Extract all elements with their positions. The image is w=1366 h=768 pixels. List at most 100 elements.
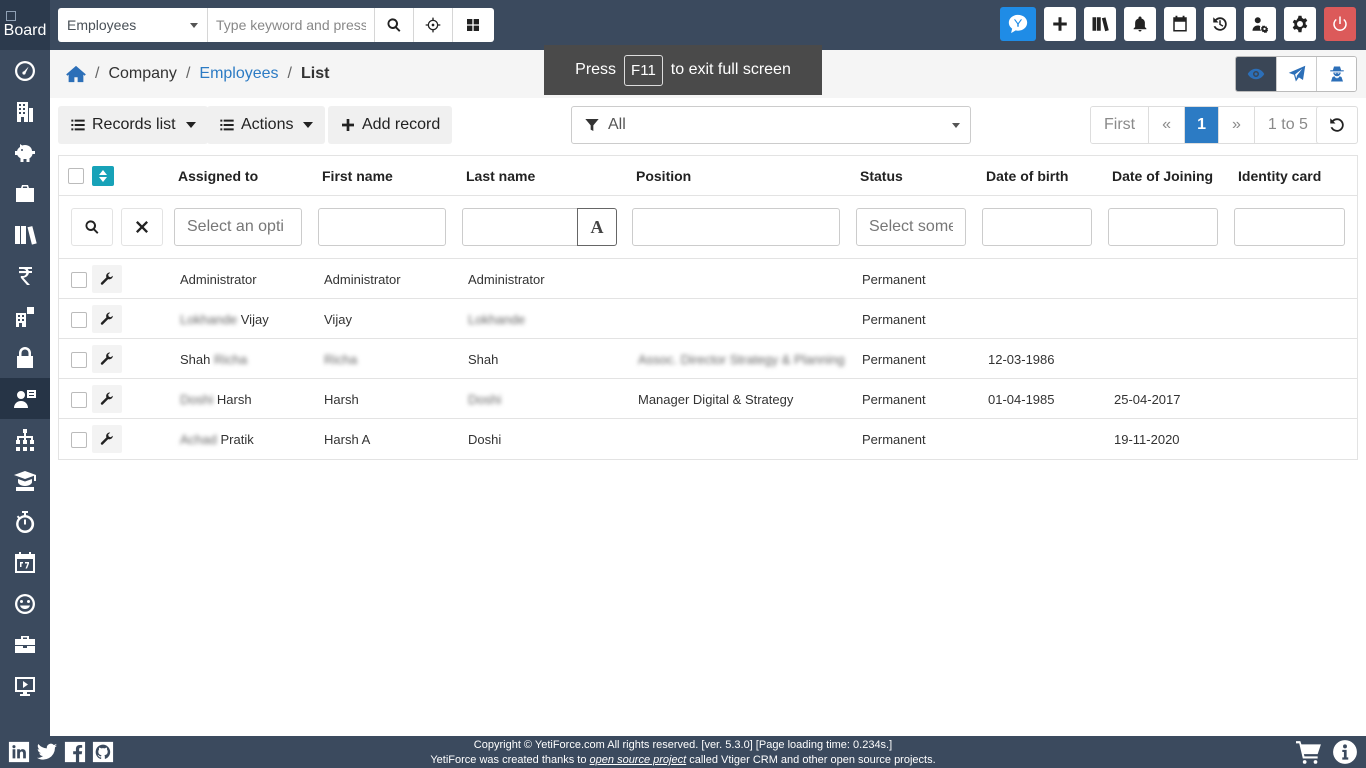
cell-first-name[interactable]: Richa xyxy=(324,339,357,379)
sidebar-item-library[interactable] xyxy=(0,214,50,255)
records-list-button[interactable]: Records list xyxy=(58,106,208,144)
column-status[interactable]: Status xyxy=(860,156,903,196)
apply-filter-button[interactable] xyxy=(71,208,113,246)
knowledge-base-button[interactable] xyxy=(1084,7,1116,41)
sidebar-item-training[interactable] xyxy=(0,460,50,501)
pagination-prev[interactable]: « xyxy=(1148,107,1185,143)
search-button[interactable] xyxy=(375,8,414,42)
row-actions-button[interactable] xyxy=(92,265,122,293)
cell-first-name[interactable]: Harsh xyxy=(324,379,359,419)
row-actions-button[interactable] xyxy=(92,345,122,373)
date-of-joining-filter[interactable] xyxy=(1108,208,1218,246)
sidebar-item-assets[interactable] xyxy=(0,665,50,706)
cell-assigned-to[interactable]: Administrator xyxy=(180,259,257,299)
logo[interactable]: Board xyxy=(0,0,50,50)
row-checkbox[interactable] xyxy=(71,352,87,368)
cell-first-name[interactable]: Harsh A xyxy=(324,419,370,459)
table-row[interactable]: Achad Pratik Harsh A Doshi Permanent 19-… xyxy=(59,419,1357,459)
row-checkbox[interactable] xyxy=(71,432,87,448)
privacy-button[interactable] xyxy=(1316,57,1356,91)
clear-filter-button[interactable] xyxy=(121,208,163,246)
cell-assigned-to[interactable]: Doshi Harsh xyxy=(180,379,252,419)
cell-last-name[interactable]: Doshi xyxy=(468,379,501,419)
cell-last-name[interactable]: Lokhande xyxy=(468,299,525,339)
history-button[interactable] xyxy=(1204,7,1236,41)
search-input[interactable] xyxy=(208,8,375,42)
column-date-of-joining[interactable]: Date of Joining xyxy=(1112,156,1213,196)
status-filter[interactable] xyxy=(856,208,966,246)
cell-assigned-to[interactable]: Achad Pratik xyxy=(180,419,254,459)
sidebar-item-projects[interactable] xyxy=(0,173,50,214)
settings-button[interactable] xyxy=(1284,7,1316,41)
calendar-button[interactable] xyxy=(1164,7,1196,41)
pagination-next[interactable]: » xyxy=(1218,107,1254,143)
sidebar-item-dashboard[interactable] xyxy=(0,50,50,91)
notifications-button[interactable] xyxy=(1124,7,1156,41)
table-row[interactable]: Shah Richa Richa Shah Assoc. Director St… xyxy=(59,339,1357,379)
table-row[interactable]: Administrator Administrator Administrato… xyxy=(59,259,1357,299)
date-of-birth-filter[interactable] xyxy=(982,208,1092,246)
send-button[interactable] xyxy=(1276,57,1316,91)
column-last-name[interactable]: Last name xyxy=(466,156,535,196)
add-record-button[interactable]: Add record xyxy=(328,106,453,144)
column-position[interactable]: Position xyxy=(636,156,691,196)
pagination-first[interactable]: First xyxy=(1091,107,1149,143)
shopping-cart-icon[interactable] xyxy=(1296,739,1322,765)
column-first-name[interactable]: First name xyxy=(322,156,393,196)
cell-last-name[interactable]: Shah xyxy=(468,339,498,379)
sidebar-item-employees[interactable] xyxy=(0,378,50,419)
column-assigned-to[interactable]: Assigned to xyxy=(178,156,258,196)
first-name-filter[interactable] xyxy=(318,208,446,246)
row-actions-button[interactable] xyxy=(92,305,122,333)
cell-last-name[interactable]: Doshi xyxy=(468,419,501,459)
sidebar-item-engagement[interactable] xyxy=(0,583,50,624)
row-checkbox[interactable] xyxy=(71,312,87,328)
grid-view-button[interactable] xyxy=(453,8,492,42)
column-identity-card[interactable]: Identity card xyxy=(1238,156,1321,196)
sidebar-item-structure[interactable] xyxy=(0,419,50,460)
row-checkbox[interactable] xyxy=(71,392,87,408)
open-source-link[interactable]: open source project xyxy=(590,754,687,766)
cell-last-name[interactable]: Administrator xyxy=(468,259,545,299)
module-select[interactable]: Employees xyxy=(58,8,208,42)
cell-first-name[interactable]: Administrator xyxy=(324,259,401,299)
row-actions-button[interactable] xyxy=(92,385,122,413)
watch-button[interactable] xyxy=(1236,57,1276,91)
pagination-page[interactable]: 1 xyxy=(1184,107,1219,143)
custom-view-filter[interactable]: All xyxy=(571,106,971,144)
sidebar-item-tools[interactable] xyxy=(0,624,50,665)
sort-toggle-button[interactable] xyxy=(92,166,114,186)
table-row[interactable]: Lokhande Vijay Vijay Lokhande Permanent xyxy=(59,299,1357,339)
cell-assigned-to[interactable]: Lokhande Vijay xyxy=(180,299,269,339)
advanced-search-button[interactable] xyxy=(414,8,453,42)
sidebar-item-currency[interactable] xyxy=(0,255,50,296)
sidebar-item-finance[interactable] xyxy=(0,132,50,173)
sidebar-item-calendar[interactable] xyxy=(0,542,50,583)
select-all-checkbox[interactable] xyxy=(68,168,84,184)
sidebar-item-time[interactable] xyxy=(0,501,50,542)
table-row[interactable]: Doshi Harsh Harsh Doshi Manager Digital … xyxy=(59,379,1357,419)
last-name-filter[interactable] xyxy=(462,208,578,246)
row-actions-button[interactable] xyxy=(92,425,122,453)
home-icon[interactable] xyxy=(66,65,86,83)
case-sensitive-toggle[interactable]: A xyxy=(577,208,617,246)
row-checkbox[interactable] xyxy=(71,272,87,288)
actions-button[interactable]: Actions xyxy=(207,106,326,144)
chat-button[interactable] xyxy=(1000,7,1036,41)
user-settings-button[interactable] xyxy=(1244,7,1276,41)
position-filter[interactable] xyxy=(632,208,840,246)
logout-button[interactable] xyxy=(1324,7,1356,41)
cell-first-name[interactable]: Vijay xyxy=(324,299,352,339)
reload-button[interactable] xyxy=(1316,106,1358,144)
identity-card-filter[interactable] xyxy=(1234,208,1345,246)
sidebar-item-security[interactable] xyxy=(0,337,50,378)
cell-assigned-to[interactable]: Shah Richa xyxy=(180,339,247,379)
column-date-of-birth[interactable]: Date of birth xyxy=(986,156,1068,196)
quick-create-button[interactable] xyxy=(1044,7,1076,41)
sidebar-item-company[interactable] xyxy=(0,296,50,337)
assigned-to-filter[interactable] xyxy=(174,208,302,246)
pagination-range[interactable]: 1 to 5 xyxy=(1253,107,1321,143)
sidebar-item-buildings[interactable] xyxy=(0,91,50,132)
breadcrumb-employees[interactable]: Employees xyxy=(199,65,278,83)
info-circle-icon[interactable] xyxy=(1332,739,1358,765)
